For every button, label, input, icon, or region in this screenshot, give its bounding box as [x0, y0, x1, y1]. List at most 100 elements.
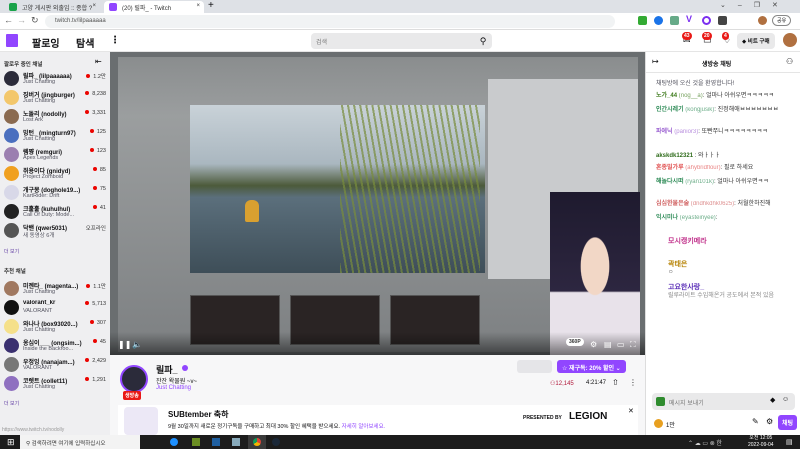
quality-badge[interactable]: 360P	[566, 338, 584, 346]
notification-center-icon[interactable]: ▤	[786, 438, 793, 446]
extension-icon[interactable]	[654, 16, 663, 25]
steam-icon[interactable]	[272, 438, 280, 446]
show-more-link[interactable]: 더 보기	[4, 248, 19, 255]
chat-overlay-message: 모시캥키메라	[668, 237, 788, 246]
extension-icon[interactable]: V	[686, 14, 695, 24]
sidebar-channel[interactable]: 징버거 (jingburger) Just Chatting 8,238	[4, 89, 108, 108]
chat-input[interactable]: 메시지 보내기 ◆ ☺	[652, 393, 795, 410]
user-avatar[interactable]	[783, 33, 797, 47]
buy-bits-button[interactable]: ◆ 비트 구매	[737, 33, 775, 49]
chat-username[interactable]: 혼종밀가루	[656, 165, 684, 171]
minecraft-icon[interactable]	[192, 438, 200, 446]
subscribe-label: 재구독: 20% 할인	[569, 366, 614, 372]
bits-icon[interactable]: ◆	[770, 396, 775, 404]
emote-icon[interactable]: ☺	[782, 396, 789, 403]
window-controls[interactable]: ⌄–❐✕	[720, 1, 790, 9]
fullscreen-icon[interactable]: ⛶	[630, 340, 636, 350]
video-player[interactable]: ❚❚ 🔈 ⚙ ▤ ▭ ⛶ 360P	[110, 52, 645, 355]
chat-settings-icon[interactable]: ⚙	[766, 417, 773, 426]
edge-icon[interactable]	[170, 438, 178, 446]
nav-more-icon[interactable]: ⋮	[110, 35, 120, 46]
search-input[interactable]: 검색	[311, 33, 474, 49]
tray-icons[interactable]: ⌃ ☁ ▭ ⊗ 한	[688, 438, 722, 447]
chat-username[interactable]: 파에닉	[656, 129, 673, 135]
game-link[interactable]: Just Chatting	[156, 385, 191, 391]
chat-overlay-message: 고요한사랑_ 릴루라이트 수입해온거 공도에서 본적 있음	[668, 283, 788, 301]
chat-username[interactable]: 노가_44	[656, 93, 677, 99]
windows-start-icon[interactable]: ⊞	[7, 437, 15, 448]
sidebar-channel[interactable]: 미젠타_ (magenta...) Just Chatting 1.1만	[4, 280, 108, 299]
back-icon[interactable]: ←	[4, 15, 13, 25]
close-banner-icon[interactable]: ✕	[628, 407, 634, 415]
chat-username[interactable]: akskdk12321	[656, 153, 693, 159]
clip-icon[interactable]: ▤	[604, 340, 612, 349]
sidebar-channel[interactable]: 노돌리 (nodolly) Lost Ark 3,331	[4, 108, 108, 127]
browser-tab-active[interactable]: (20) 릴파_ - Twitch ×	[104, 1, 204, 13]
sidebar-channel[interactable]: 우정잉 (nanajam...) VALORANT 2,429	[4, 356, 108, 375]
chat-message: 혼종밀가루 (ahybridflour): 필로 하세요	[656, 164, 796, 173]
channel-name[interactable]: 릴파_	[156, 363, 178, 376]
sidebar-channel[interactable]: 렘쨩 (remguri) Apex Legends 123	[4, 146, 108, 165]
clock[interactable]: 오전 12:05 2022-09-04	[748, 435, 774, 449]
sidebar-channel[interactable]: 쥐용이다 (gnidyd) Project Zomboid 85	[4, 165, 108, 184]
extension-icon[interactable]	[718, 16, 727, 25]
chat-username[interactable]: 고요한사랑_	[668, 283, 788, 292]
sidebar-channel[interactable]: 밍턴_ (mingturn97) Just Chatting 125	[4, 127, 108, 146]
notifications-badge: 4	[722, 32, 729, 40]
profile-avatar[interactable]	[758, 16, 767, 25]
sidebar-channel[interactable]: 코렛트 (collet11) Just Chatting 1,291	[4, 375, 108, 394]
chat-username[interactable]: 모시캥키메라	[668, 237, 788, 246]
volume-icon[interactable]: 🔈	[132, 340, 142, 349]
extension-icon[interactable]	[638, 16, 647, 25]
chat-username[interactable]: 곽태은	[668, 260, 788, 269]
pause-icon[interactable]: ❚❚	[118, 340, 131, 349]
follow-button[interactable]	[517, 360, 552, 373]
taskbar-search[interactable]: ⚲ 검색하려면 여기에 입력하십시오	[20, 435, 140, 449]
channel-avatar[interactable]	[120, 365, 148, 393]
sidebar-channel[interactable]: 개구몽 (doghole19...) KartRider: Drift 75	[4, 184, 108, 203]
chat-username[interactable]: 인간시레기	[656, 107, 684, 113]
close-icon[interactable]: ×	[92, 3, 96, 9]
close-icon[interactable]: ×	[196, 3, 200, 9]
sidebar-channel[interactable]: 옹심이___ (ongsim...) Inside the Backroo...…	[4, 337, 108, 356]
pen-icon[interactable]: ✎	[752, 417, 759, 426]
collapse-sidebar-icon[interactable]: ⇤	[95, 57, 102, 66]
learn-more-link[interactable]: 자세히 알아보세요.	[342, 424, 386, 430]
nav-browse[interactable]: 탐색	[76, 35, 94, 50]
viewer-count: 123	[90, 148, 106, 154]
users-icon[interactable]: ⚇	[786, 57, 793, 66]
extension-icon[interactable]	[670, 16, 679, 25]
forward-icon[interactable]: →	[17, 15, 26, 25]
extension-icon[interactable]	[702, 16, 711, 25]
url-input[interactable]: twitch.tv/lilpaaaaaa	[45, 15, 615, 28]
app-icon[interactable]	[212, 438, 220, 446]
chat-username[interactable]: 심심한물은술	[656, 201, 689, 207]
channel-avatar	[4, 128, 19, 143]
channel-points-icon[interactable]	[654, 419, 663, 428]
show-more-link[interactable]: 더 보기	[4, 400, 19, 407]
subscribe-button[interactable]: ☆ 재구독: 20% 할인 ⌄	[557, 360, 626, 373]
search-button[interactable]: ⚲	[474, 33, 492, 49]
chrome-taskbar-button[interactable]	[248, 435, 266, 449]
chat-send-button[interactable]: 채팅	[778, 415, 798, 430]
reload-icon[interactable]: ↻	[31, 15, 39, 26]
settings-icon[interactable]: ⚙	[590, 340, 597, 349]
sidebar-channel[interactable]: valorant_kr VALORANT 5,713	[4, 299, 108, 318]
share-icon[interactable]: ⇧	[612, 378, 619, 387]
sidebar-channel[interactable]: 닥밴 (qwer5031) 새 동영상 6개 오프라인	[4, 222, 108, 241]
app-icon[interactable]	[232, 438, 240, 446]
collapse-chat-icon[interactable]: ↦	[652, 57, 659, 66]
sidebar-channel[interactable]: 와나나 (box93020...) Just Chatting 307	[4, 318, 108, 337]
theatre-mode-icon[interactable]: ▭	[617, 340, 625, 349]
nav-following[interactable]: 팔로잉	[32, 35, 60, 50]
new-tab-button[interactable]: +	[208, 0, 214, 11]
sidebar-channel[interactable]: 크훌훌 (kuhulhul) Call Of Duty: Mode... 41	[4, 203, 108, 222]
profile-share-button[interactable]: 공유	[772, 15, 792, 26]
chat-username[interactable]: 익시미나	[656, 215, 678, 221]
chat-user-id: (kongjusik)	[685, 107, 715, 113]
chat-username[interactable]: 해놀다시떠	[656, 179, 684, 185]
browser-tab[interactable]: 고양 게시판 외출임 :: 종합 ? ×	[4, 1, 100, 13]
sidebar-channel[interactable]: 릴파_ (lilpaaaaaa) Just Chatting 1.2만	[4, 70, 108, 89]
twitch-logo-icon[interactable]	[6, 34, 18, 47]
more-options-icon[interactable]: ⋮	[629, 378, 637, 387]
